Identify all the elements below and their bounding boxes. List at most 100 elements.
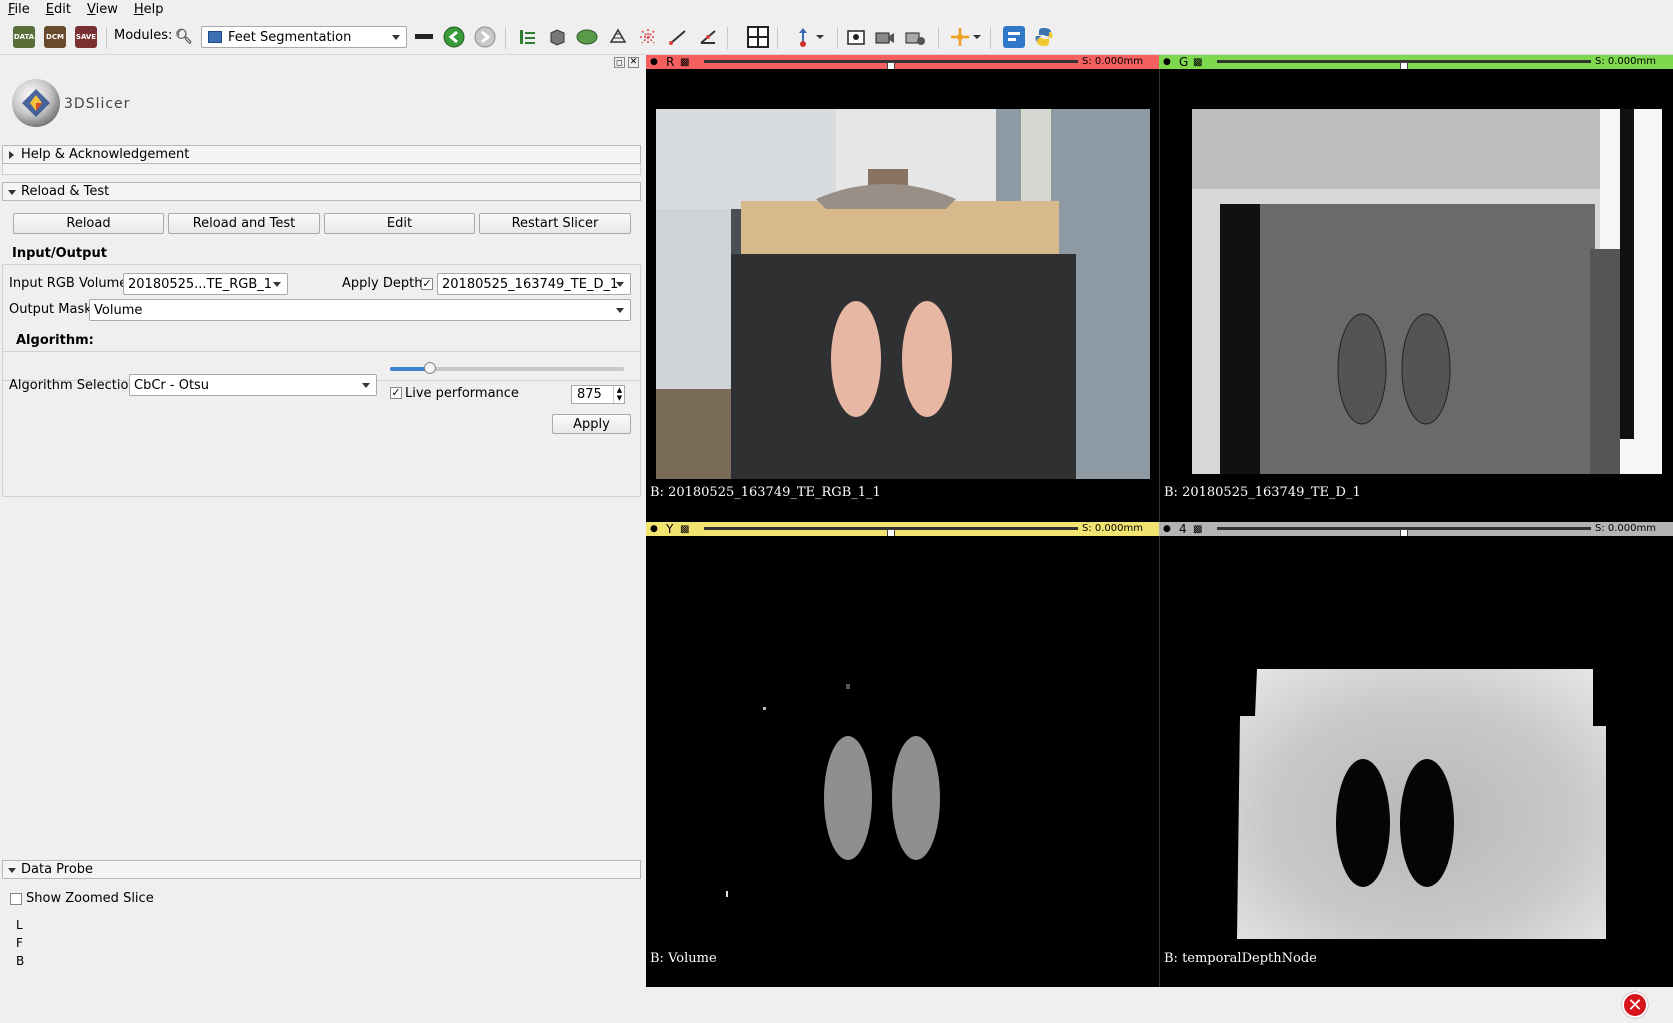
link-icon[interactable]: ▩ — [680, 524, 689, 535]
threshold-spinbox[interactable]: 875 ▲ ▼ — [571, 385, 625, 404]
scene-capture-icon[interactable] — [904, 26, 926, 48]
input-rgb-volume-select[interactable]: 20180525...TE_RGB_1 — [123, 273, 288, 295]
mask-image — [726, 684, 940, 897]
reload-button[interactable]: Reload — [13, 213, 164, 234]
apply-button[interactable]: Apply — [552, 414, 631, 434]
edit-button[interactable]: Edit — [324, 213, 475, 234]
module-selected-label: Feet Segmentation — [228, 29, 352, 45]
scene-view-icon[interactable] — [874, 26, 896, 48]
menu-edit[interactable]: Edit — [38, 0, 79, 19]
algorithm-selection-select[interactable]: CbCr - Otsu — [129, 374, 377, 396]
depth-image — [1192, 109, 1662, 474]
close-icon[interactable]: ✕ — [628, 57, 639, 68]
yellow-slice-offset: S: 0.000mm — [1082, 523, 1144, 534]
save-icon[interactable]: SAVE — [75, 26, 97, 48]
green-view-caption: B: 20180525_163749_TE_D_1 — [1164, 485, 1361, 500]
crosshair-axis-icon[interactable] — [792, 26, 814, 48]
load-data-icon[interactable]: DATA — [13, 26, 35, 48]
load-data-label: DATA — [13, 33, 35, 41]
view4-controller: ● 4 ▩ S: 0.000mm — [1159, 522, 1673, 539]
undock-icon[interactable]: ◻ — [614, 57, 625, 68]
menu-help[interactable]: Help — [126, 0, 172, 19]
dicom-icon[interactable]: DCM — [44, 26, 66, 48]
threshold-slider[interactable] — [390, 361, 624, 377]
view4-slice-view[interactable]: B: temporalDepthNode — [1159, 536, 1673, 987]
probe-row-f: F — [16, 936, 23, 950]
forward-arrow-icon[interactable] — [474, 26, 496, 48]
module-history-icon[interactable] — [413, 26, 435, 48]
view4-caption: B: temporalDepthNode — [1164, 951, 1317, 966]
menu-help-label: elp — [143, 2, 164, 17]
link-icon[interactable]: ▩ — [1193, 524, 1202, 535]
algorithm-heading: Algorithm: — [16, 333, 94, 348]
input-output-heading: Input/Output — [12, 246, 107, 261]
models-module-icon[interactable] — [576, 26, 598, 48]
section-data-probe-label: Data Probe — [21, 862, 94, 877]
toolbar-separator — [106, 27, 107, 49]
chevron-down-icon — [362, 383, 370, 388]
ruler-icon[interactable] — [667, 26, 689, 48]
markups-module-icon[interactable] — [637, 26, 659, 48]
link-icon[interactable]: ▩ — [1193, 57, 1202, 68]
output-mask-select[interactable]: Volume — [89, 299, 631, 321]
volumes-module-icon[interactable] — [546, 26, 568, 48]
live-performance-checkbox[interactable]: ✓ — [390, 387, 402, 399]
section-reload-test[interactable]: Reload & Test — [2, 182, 641, 201]
yellow-view-letter: Y — [666, 522, 674, 536]
angle-icon[interactable] — [697, 26, 719, 48]
back-arrow-icon[interactable] — [443, 26, 465, 48]
section-help[interactable]: Help & Acknowledgement — [2, 145, 641, 164]
menu-view[interactable]: View — [79, 0, 126, 19]
module-icon — [208, 31, 222, 43]
menu-edit-label: dit — [54, 2, 71, 17]
section-data-probe[interactable]: Data Probe — [2, 860, 641, 879]
menu-file[interactable]: File — [0, 0, 38, 19]
chevron-down-icon[interactable] — [814, 26, 826, 48]
reload-and-test-button[interactable]: Reload and Test — [168, 213, 320, 234]
link-icon[interactable]: ▩ — [680, 57, 689, 68]
pin-icon[interactable]: ● — [650, 57, 660, 67]
chevron-down-icon[interactable] — [971, 26, 983, 48]
error-close-icon[interactable]: ✕ — [1622, 992, 1648, 1018]
red-slice-offset: S: 0.000mm — [1082, 56, 1144, 67]
section-reload-label: Reload & Test — [21, 184, 110, 199]
screenshot-icon[interactable] — [845, 26, 867, 48]
live-performance-label: Live performance — [405, 386, 519, 401]
module-selector[interactable]: Feet Segmentation — [201, 26, 407, 48]
extension-manager-icon[interactable] — [1003, 26, 1025, 48]
data-module-icon[interactable] — [516, 26, 538, 48]
red-view-controller: ● R ▩ S: 0.000mm — [646, 55, 1159, 72]
toolbar-separator — [727, 27, 728, 49]
green-slice-slider[interactable] — [1217, 60, 1591, 72]
apply-depth-checkbox[interactable]: ✓ — [421, 278, 433, 290]
algorithm-selection-value: CbCr - Otsu — [134, 377, 210, 393]
restart-slicer-button[interactable]: Restart Slicer — [479, 213, 631, 234]
red-slice-slider[interactable] — [704, 60, 1078, 72]
section-help-body — [2, 165, 641, 175]
transforms-module-icon[interactable] — [607, 26, 629, 48]
yellow-slice-slider[interactable] — [704, 527, 1078, 539]
layout-icon[interactable] — [747, 26, 769, 48]
save-label: SAVE — [75, 33, 97, 41]
pin-icon[interactable]: ● — [1163, 524, 1173, 534]
menu-help-mnemonic: H — [133, 2, 144, 17]
pin-icon[interactable]: ● — [1163, 57, 1173, 67]
expand-arrow-icon — [9, 151, 14, 159]
yellow-slice-view[interactable]: B: Volume — [646, 536, 1159, 987]
python-icon[interactable] — [1033, 26, 1055, 48]
toolbar-separator — [938, 27, 939, 49]
view4-slice-slider[interactable] — [1217, 527, 1591, 539]
module-search-icon[interactable]: 🔍︎ — [175, 28, 193, 46]
show-zoomed-slice-checkbox[interactable] — [10, 893, 22, 905]
green-slice-view[interactable]: B: 20180525_163749_TE_D_1 — [1159, 69, 1673, 536]
pin-icon[interactable]: ● — [650, 524, 660, 534]
threshold-slider-handle[interactable] — [423, 362, 436, 374]
temporal-depth-image — [1237, 669, 1606, 939]
red-view-caption: B: 20180525_163749_TE_RGB_1_1 — [650, 485, 881, 500]
depth-volume-select[interactable]: 20180525_163749_TE_D_1 — [437, 273, 631, 295]
crosshair-icon[interactable] — [949, 26, 971, 48]
spinbox-arrows-icon[interactable]: ▲ ▼ — [613, 386, 625, 403]
view4-slice-offset: S: 0.000mm — [1595, 523, 1657, 534]
green-view-controller: ● G ▩ S: 0.000mm — [1159, 55, 1673, 72]
red-slice-view[interactable]: B: 20180525_163749_TE_RGB_1_1 — [646, 69, 1159, 536]
